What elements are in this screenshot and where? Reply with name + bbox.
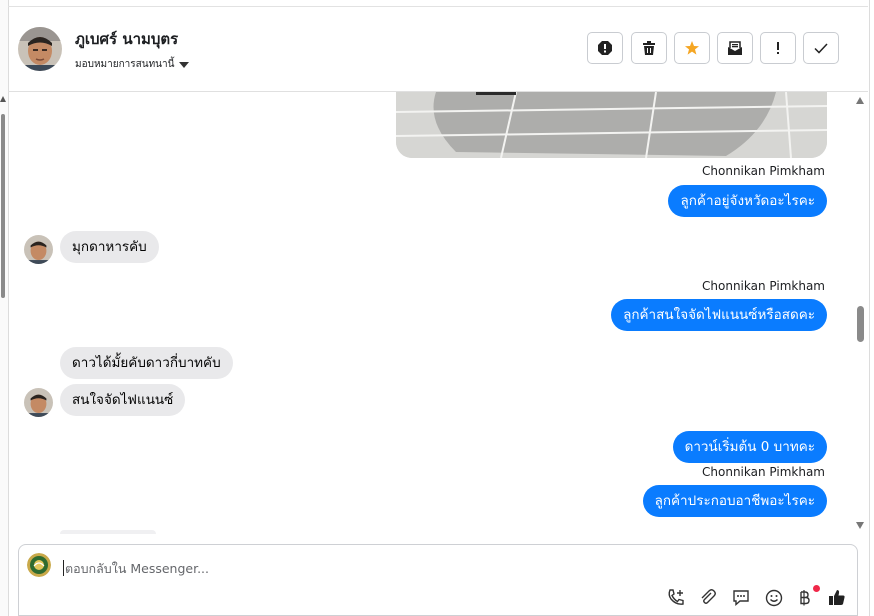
saved-replies-button[interactable] [730, 587, 752, 609]
emoji-icon [765, 589, 783, 607]
contact-avatar-small[interactable] [24, 388, 53, 417]
mail-envelope-icon [728, 41, 742, 55]
outgoing-message[interactable]: ดาวน์เริ่มต้น 0 บาทคะ [672, 431, 827, 463]
like-button[interactable] [826, 587, 848, 609]
scroll-up-icon[interactable] [856, 97, 864, 104]
conversation-header: ภูเบศร์ นามบุตร มอบหมายการสนทนานี้ [8, 7, 868, 92]
notification-dot [813, 585, 820, 592]
star-icon [685, 41, 699, 55]
outer-scrollbar[interactable] [0, 0, 8, 616]
scroll-thumb[interactable] [857, 306, 864, 342]
mark-done-button[interactable] [803, 32, 839, 64]
star-button[interactable] [674, 32, 710, 64]
trash-icon [643, 41, 655, 55]
exclamation-icon [777, 42, 779, 54]
reply-input[interactable] [64, 557, 665, 579]
follow-up-button[interactable] [760, 32, 796, 64]
paperclip-icon [701, 589, 716, 604]
photo-message[interactable] [396, 92, 827, 158]
report-icon [598, 41, 612, 55]
caret-down-icon [179, 61, 190, 68]
mark-unread-button[interactable] [717, 32, 753, 64]
scroll-down-icon[interactable] [856, 522, 864, 529]
call-button[interactable] [665, 587, 687, 609]
incoming-message[interactable]: ดาวได้มั้ยคับดาวกี่บาทคับ [60, 347, 233, 379]
message-list-scrollbar[interactable] [852, 92, 868, 532]
page-avatar [27, 553, 51, 577]
speech-bubble-icon [733, 590, 749, 607]
emoji-button[interactable] [763, 587, 785, 609]
outgoing-message[interactable]: ลูกค้าสนใจจัดไฟแนนซ์หรือสดคะ [611, 299, 827, 331]
sender-name: Chonnikan Pimkham [702, 164, 825, 178]
contact-avatar-small[interactable] [24, 235, 53, 264]
reply-composer [18, 544, 858, 616]
sender-name: Chonnikan Pimkham [702, 279, 825, 293]
baht-icon [800, 590, 810, 606]
phone-plus-icon [668, 589, 684, 605]
incoming-message[interactable]: สนใจจัดไฟแนนซ์ [60, 384, 186, 416]
assign-label: มอบหมายการสนทนานี้ [75, 59, 175, 70]
outer-scroll-thumb[interactable] [1, 114, 5, 298]
payment-button[interactable] [793, 587, 815, 609]
contact-avatar[interactable] [18, 27, 62, 71]
contact-name[interactable]: ภูเบศร์ นามบุตร [75, 27, 178, 51]
thumbs-up-icon [829, 590, 845, 605]
report-button[interactable] [587, 32, 623, 64]
incoming-message[interactable]: มุกดาหารคับ [60, 231, 159, 263]
assign-conversation-dropdown[interactable]: มอบหมายการสนทนานี้ [75, 57, 190, 72]
outer-scroll-up-icon[interactable] [0, 96, 6, 102]
delete-button[interactable] [631, 32, 667, 64]
outgoing-message[interactable]: ลูกค้าอยู่จังหวัดอะไรคะ [668, 185, 827, 217]
sender-name: Chonnikan Pimkham [702, 465, 825, 479]
partial-incoming-message [60, 530, 156, 534]
attach-button[interactable] [697, 587, 719, 609]
checkmark-icon [814, 43, 828, 54]
outgoing-message[interactable]: ลูกค้าประกอบอาชีพอะไรคะ [642, 485, 827, 517]
